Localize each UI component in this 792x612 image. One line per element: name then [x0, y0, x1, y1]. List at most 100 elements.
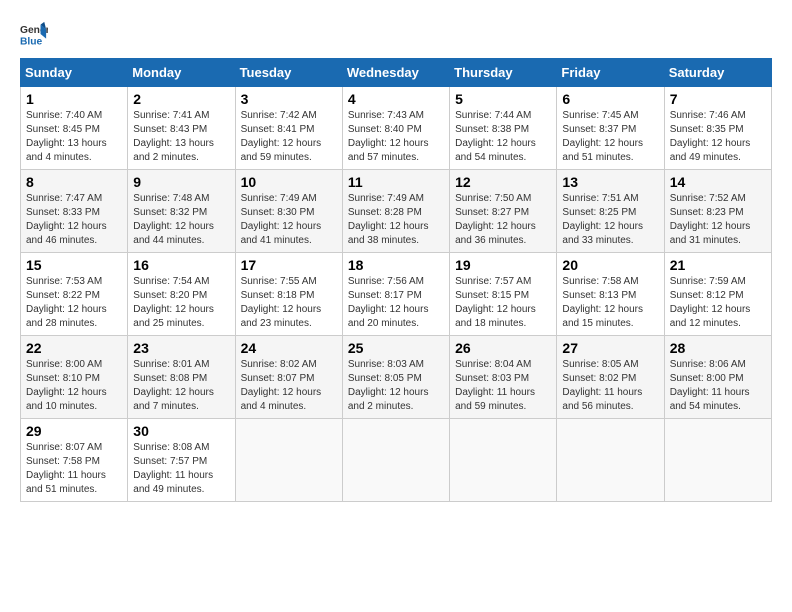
calendar-day-14: 14 Sunrise: 7:52 AM Sunset: 8:23 PM Dayli…	[664, 170, 771, 253]
svg-text:Blue: Blue	[20, 36, 43, 47]
calendar-week-4: 22 Sunrise: 8:00 AM Sunset: 8:10 PM Dayli…	[21, 336, 772, 419]
calendar-day-5: 5 Sunrise: 7:44 AM Sunset: 8:38 PM Daylig…	[450, 87, 557, 170]
day-info: Sunrise: 7:56 AM Sunset: 8:17 PM Dayligh…	[348, 275, 444, 331]
day-number: 3	[241, 91, 337, 107]
calendar-day-9: 9Sunrise: 7:48 AM Sunset: 8:32 PM Daylig…	[128, 170, 235, 253]
empty-cell	[664, 419, 771, 502]
day-info: Sunrise: 7:59 AM Sunset: 8:12 PM Dayligh…	[670, 275, 766, 331]
calendar-week-3: 15 Sunrise: 7:53 AM Sunset: 8:22 PM Dayli…	[21, 253, 772, 336]
page-header: General Blue	[20, 20, 772, 48]
col-header-monday: Monday	[128, 59, 235, 87]
day-number: 27	[562, 340, 658, 356]
col-header-thursday: Thursday	[450, 59, 557, 87]
day-number: 15	[26, 257, 122, 273]
col-header-tuesday: Tuesday	[235, 59, 342, 87]
calendar-day-3: 3 Sunrise: 7:42 AM Sunset: 8:41 PM Daylig…	[235, 87, 342, 170]
header-row: SundayMondayTuesdayWednesdayThursdayFrid…	[21, 59, 772, 87]
calendar-day-8: 8 Sunrise: 7:47 AM Sunset: 8:33 PM Daylig…	[21, 170, 128, 253]
day-number: 29	[26, 423, 122, 439]
calendar-day-24: 24Sunrise: 8:02 AM Sunset: 8:07 PM Dayli…	[235, 336, 342, 419]
day-number: 18	[348, 257, 444, 273]
calendar-day-4: 4 Sunrise: 7:43 AM Sunset: 8:40 PM Daylig…	[342, 87, 449, 170]
day-info: Sunrise: 7:54 AM Sunset: 8:20 PM Dayligh…	[133, 275, 229, 331]
calendar-day-7: 7Sunrise: 7:46 AM Sunset: 8:35 PM Daylig…	[664, 87, 771, 170]
calendar-table: SundayMondayTuesdayWednesdayThursdayFrid…	[20, 58, 772, 502]
calendar-day-16: 16 Sunrise: 7:54 AM Sunset: 8:20 PM Dayli…	[128, 253, 235, 336]
day-info: Sunrise: 8:01 AM Sunset: 8:08 PM Dayligh…	[133, 358, 229, 414]
day-number: 22	[26, 340, 122, 356]
day-number: 20	[562, 257, 658, 273]
day-number: 13	[562, 174, 658, 190]
day-number: 19	[455, 257, 551, 273]
day-number: 16	[133, 257, 229, 273]
day-number: 5	[455, 91, 551, 107]
calendar-day-20: 20 Sunrise: 7:58 AM Sunset: 8:13 PM Dayli…	[557, 253, 664, 336]
day-info: Sunrise: 7:49 AM Sunset: 8:30 PM Dayligh…	[241, 192, 337, 248]
day-info: Sunrise: 8:00 AM Sunset: 8:10 PM Dayligh…	[26, 358, 122, 414]
day-info: Sunrise: 7:58 AM Sunset: 8:13 PM Dayligh…	[562, 275, 658, 331]
day-number: 1	[26, 91, 122, 107]
logo-icon: General Blue	[20, 20, 48, 48]
day-number: 24	[241, 340, 337, 356]
calendar-day-6: 6 Sunrise: 7:45 AM Sunset: 8:37 PM Daylig…	[557, 87, 664, 170]
day-info: Sunrise: 7:45 AM Sunset: 8:37 PM Dayligh…	[562, 109, 658, 165]
calendar-day-19: 19 Sunrise: 7:57 AM Sunset: 8:15 PM Dayli…	[450, 253, 557, 336]
col-header-saturday: Saturday	[664, 59, 771, 87]
day-info: Sunrise: 8:07 AM Sunset: 7:58 PM Dayligh…	[26, 441, 122, 497]
day-info: Sunrise: 8:04 AM Sunset: 8:03 PM Dayligh…	[455, 358, 551, 414]
day-number: 8	[26, 174, 122, 190]
col-header-friday: Friday	[557, 59, 664, 87]
day-info: Sunrise: 7:51 AM Sunset: 8:25 PM Dayligh…	[562, 192, 658, 248]
calendar-day-11: 11Sunrise: 7:49 AM Sunset: 8:28 PM Dayli…	[342, 170, 449, 253]
day-info: Sunrise: 7:57 AM Sunset: 8:15 PM Dayligh…	[455, 275, 551, 331]
day-info: Sunrise: 7:40 AM Sunset: 8:45 PM Dayligh…	[26, 109, 122, 165]
calendar-day-10: 10 Sunrise: 7:49 AM Sunset: 8:30 PM Dayli…	[235, 170, 342, 253]
day-number: 17	[241, 257, 337, 273]
day-number: 26	[455, 340, 551, 356]
calendar-day-23: 23 Sunrise: 8:01 AM Sunset: 8:08 PM Dayli…	[128, 336, 235, 419]
day-info: Sunrise: 7:47 AM Sunset: 8:33 PM Dayligh…	[26, 192, 122, 248]
day-info: Sunrise: 8:06 AM Sunset: 8:00 PM Dayligh…	[670, 358, 766, 414]
day-info: Sunrise: 7:52 AM Sunset: 8:23 PM Dayligh…	[670, 192, 766, 248]
day-info: Sunrise: 7:43 AM Sunset: 8:40 PM Dayligh…	[348, 109, 444, 165]
day-info: Sunrise: 7:49 AM Sunset: 8:28 PM Dayligh…	[348, 192, 444, 248]
day-number: 30	[133, 423, 229, 439]
calendar-day-29: 29 Sunrise: 8:07 AM Sunset: 7:58 PM Dayli…	[21, 419, 128, 502]
day-number: 6	[562, 91, 658, 107]
day-number: 28	[670, 340, 766, 356]
col-header-sunday: Sunday	[21, 59, 128, 87]
calendar-day-21: 21 Sunrise: 7:59 AM Sunset: 8:12 PM Dayli…	[664, 253, 771, 336]
day-number: 12	[455, 174, 551, 190]
calendar-week-1: 1 Sunrise: 7:40 AM Sunset: 8:45 PM Daylig…	[21, 87, 772, 170]
day-info: Sunrise: 7:44 AM Sunset: 8:38 PM Dayligh…	[455, 109, 551, 165]
day-number: 10	[241, 174, 337, 190]
day-number: 25	[348, 340, 444, 356]
day-info: Sunrise: 8:08 AM Sunset: 7:57 PM Dayligh…	[133, 441, 229, 497]
empty-cell	[235, 419, 342, 502]
calendar-day-22: 22 Sunrise: 8:00 AM Sunset: 8:10 PM Dayli…	[21, 336, 128, 419]
calendar-day-18: 18 Sunrise: 7:56 AM Sunset: 8:17 PM Dayli…	[342, 253, 449, 336]
calendar-day-30: 30 Sunrise: 8:08 AM Sunset: 7:57 PM Dayli…	[128, 419, 235, 502]
day-info: Sunrise: 7:53 AM Sunset: 8:22 PM Dayligh…	[26, 275, 122, 331]
day-info: Sunrise: 7:50 AM Sunset: 8:27 PM Dayligh…	[455, 192, 551, 248]
calendar-day-25: 25 Sunrise: 8:03 AM Sunset: 8:05 PM Dayli…	[342, 336, 449, 419]
day-info: Sunrise: 8:03 AM Sunset: 8:05 PM Dayligh…	[348, 358, 444, 414]
day-info: Sunrise: 7:42 AM Sunset: 8:41 PM Dayligh…	[241, 109, 337, 165]
calendar-week-5: 29 Sunrise: 8:07 AM Sunset: 7:58 PM Dayli…	[21, 419, 772, 502]
col-header-wednesday: Wednesday	[342, 59, 449, 87]
day-number: 14	[670, 174, 766, 190]
day-info: Sunrise: 7:55 AM Sunset: 8:18 PM Dayligh…	[241, 275, 337, 331]
day-number: 7	[670, 91, 766, 107]
day-number: 4	[348, 91, 444, 107]
calendar-week-2: 8 Sunrise: 7:47 AM Sunset: 8:33 PM Daylig…	[21, 170, 772, 253]
day-number: 21	[670, 257, 766, 273]
calendar-day-27: 27Sunrise: 8:05 AM Sunset: 8:02 PM Dayli…	[557, 336, 664, 419]
calendar-day-28: 28 Sunrise: 8:06 AM Sunset: 8:00 PM Dayli…	[664, 336, 771, 419]
empty-cell	[557, 419, 664, 502]
calendar-day-12: 12 Sunrise: 7:50 AM Sunset: 8:27 PM Dayli…	[450, 170, 557, 253]
calendar-day-17: 17 Sunrise: 7:55 AM Sunset: 8:18 PM Dayli…	[235, 253, 342, 336]
day-number: 9	[133, 174, 229, 190]
day-number: 23	[133, 340, 229, 356]
logo: General Blue	[20, 20, 52, 48]
calendar-day-2: 2Sunrise: 7:41 AM Sunset: 8:43 PM Daylig…	[128, 87, 235, 170]
